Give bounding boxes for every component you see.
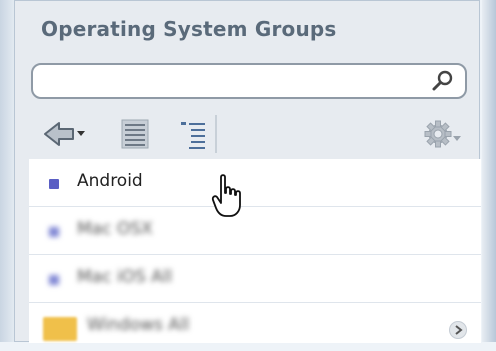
folder-icon xyxy=(43,317,77,341)
group-list: Android Mac OSX Mac iOS All Windows All xyxy=(29,159,481,343)
chevron-right-icon xyxy=(455,325,463,335)
background-left-edge xyxy=(0,0,14,342)
toolbar xyxy=(29,111,469,157)
group-label: Windows All xyxy=(87,315,190,335)
gear-dropdown-icon[interactable] xyxy=(423,117,463,151)
list-item[interactable]: Mac OSX xyxy=(29,207,481,255)
list-item[interactable]: Windows All xyxy=(29,303,481,351)
group-icon xyxy=(49,227,59,237)
tree-view-icon[interactable] xyxy=(177,117,209,151)
expand-button[interactable] xyxy=(449,321,467,339)
panel-title: Operating System Groups xyxy=(41,17,337,41)
group-icon xyxy=(49,179,59,189)
os-groups-panel: Operating System Groups Android Mac OSX … xyxy=(14,0,481,343)
toolbar-divider xyxy=(215,115,217,153)
search-input[interactable] xyxy=(43,65,427,97)
hand-pointer-cursor-icon xyxy=(211,174,241,217)
group-icon xyxy=(49,275,59,285)
search-box[interactable] xyxy=(31,63,467,99)
list-item[interactable]: Android xyxy=(29,159,481,207)
search-icon[interactable] xyxy=(431,69,455,93)
list-view-icon[interactable] xyxy=(121,117,149,151)
background-right-edge xyxy=(482,0,496,342)
group-label: Android xyxy=(77,171,143,191)
list-item[interactable]: Mac iOS All xyxy=(29,255,481,303)
group-label: Mac OSX xyxy=(77,219,153,239)
back-arrow-dropdown-icon[interactable] xyxy=(43,117,87,151)
group-label: Mac iOS All xyxy=(77,267,173,287)
